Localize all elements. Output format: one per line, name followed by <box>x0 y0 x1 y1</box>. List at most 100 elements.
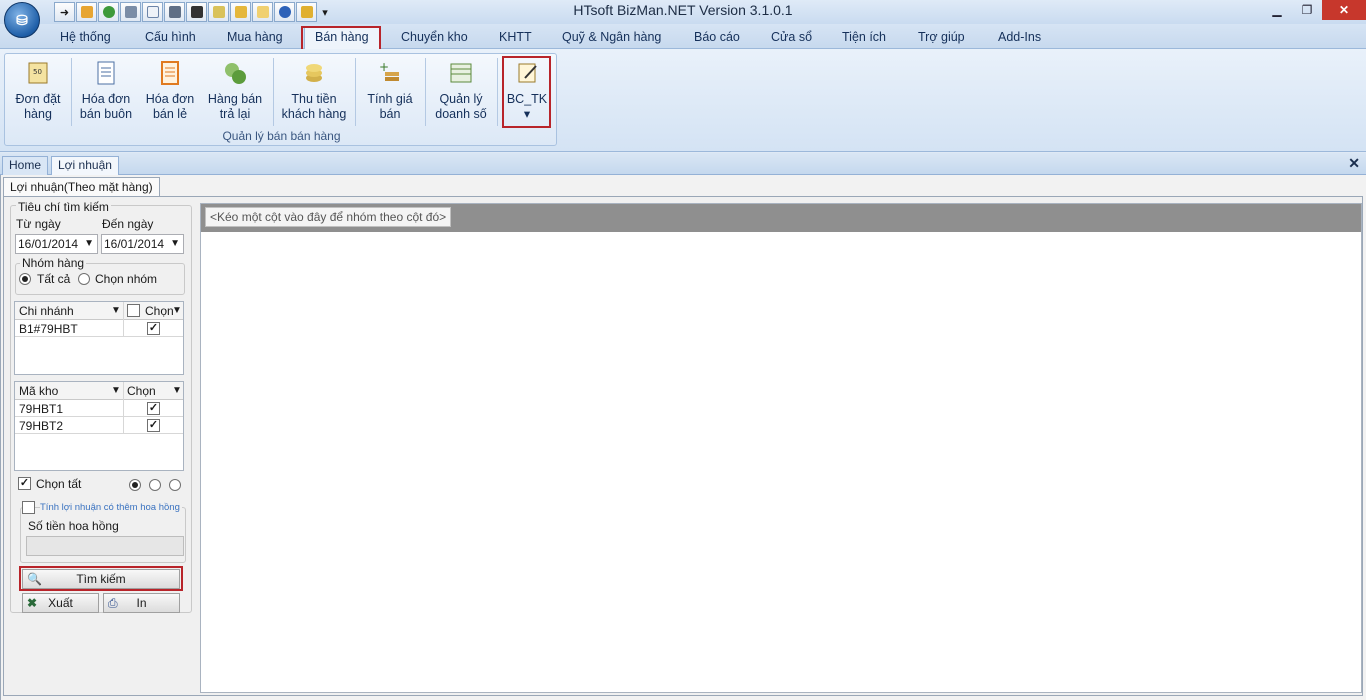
to-date-picker[interactable]: 16/01/2014 ▼ <box>101 234 184 254</box>
sub-tab-profit-by-item[interactable]: Lợi nhuận(Theo mặt hàng) <box>3 177 160 197</box>
group-by-panel[interactable]: <Kéo một cột vào đây để nhóm theo cột đó… <box>201 204 1361 232</box>
qat-mail-icon[interactable] <box>252 2 273 22</box>
qat-document-icon[interactable] <box>142 2 163 22</box>
close-tab-icon[interactable]: ✕ <box>1348 155 1360 172</box>
menu-tab-tien-ich[interactable]: Tiện ích <box>842 28 886 48</box>
warehouse-row-checkbox[interactable]: ✓ <box>147 419 160 432</box>
branch-grid: Chi nhánh ▼ Chọn ▼ B1#79HBT ✓ <box>14 301 184 375</box>
warehouse-row-checkbox[interactable]: ✓ <box>147 402 160 415</box>
return-icon <box>225 63 246 84</box>
menu-tab-tro-giup[interactable]: Trợ giúp <box>918 28 965 48</box>
sales-management-button[interactable]: Quản lý doanh số <box>429 56 493 128</box>
item-group-legend: Nhóm hàng <box>20 256 87 270</box>
qat-puzzle-icon[interactable] <box>296 2 317 22</box>
from-date-picker[interactable]: 16/01/2014 ▼ <box>15 234 98 254</box>
select-all-checkbox[interactable]: ✓ <box>18 477 31 490</box>
menu-tab-he-thong[interactable]: Hệ thống <box>60 28 111 48</box>
sales-mgmt-label-2: doanh số <box>435 107 487 121</box>
result-grid[interactable]: <Kéo một cột vào đây để nhóm theo cột đó… <box>200 203 1362 693</box>
chevron-down-icon: ▼ <box>84 238 94 249</box>
menu-tab-chuyen-kho[interactable]: Chuyển kho <box>401 28 468 48</box>
option-radio-3[interactable] <box>169 479 181 491</box>
menu-tab-cua-so[interactable]: Cửa sổ <box>771 28 812 48</box>
bc-tk-label: BC_TK <box>506 92 548 106</box>
select-all-label: Chọn tất <box>36 477 82 491</box>
price-calc-button[interactable]: + Tính giá bán <box>359 56 421 128</box>
commission-checkbox[interactable] <box>22 501 35 514</box>
report-edit-icon <box>518 63 537 83</box>
to-date-value: 16/01/2014 <box>104 237 165 251</box>
column-divider <box>123 382 124 434</box>
menu-tab-ban-hang[interactable]: Bán hàng <box>304 27 380 49</box>
quick-access-toolbar: ➜ ▾ <box>54 2 332 22</box>
customer-payment-button[interactable]: Thu tiền khách hàng <box>277 56 351 128</box>
wholesale-label-2: bán buôn <box>79 107 133 121</box>
filter-icon[interactable]: ▼ <box>111 385 121 396</box>
table-row[interactable]: 79HBT1 ✓ <box>15 400 183 417</box>
qat-dropdown-icon[interactable]: ▾ <box>318 2 332 22</box>
filter-icon[interactable]: ▼ <box>111 305 121 316</box>
filter-icon[interactable]: ▼ <box>172 385 182 396</box>
print-button[interactable]: ⎙ In <box>103 593 180 613</box>
svg-text:+: + <box>379 60 389 74</box>
qat-globe-icon[interactable] <box>98 2 119 22</box>
app-menu-button[interactable]: ⛁ <box>4 2 40 38</box>
option-radio-1[interactable] <box>129 479 141 491</box>
qat-arrow-icon[interactable]: ➜ <box>54 2 75 22</box>
order-icon: 50 <box>28 62 48 84</box>
qat-print-icon[interactable] <box>164 2 185 22</box>
menu-tab-cau-hinh[interactable]: Cấu hình <box>145 28 196 48</box>
branch-row-checkbox[interactable]: ✓ <box>147 322 160 335</box>
branch-name: B1#79HBT <box>19 322 78 336</box>
filter-icon[interactable]: ▼ <box>172 305 182 316</box>
excel-icon: ✖ <box>27 596 38 610</box>
retail-invoice-button[interactable]: Hóa đơn bán lẻ <box>141 56 199 128</box>
bc-tk-button[interactable]: BC_TK ▾ <box>501 56 553 128</box>
doc-tab-home[interactable]: Home <box>2 156 49 175</box>
doc-tab-profit[interactable]: Lợi nhuận <box>51 156 119 175</box>
search-button[interactable]: 🔍 Tìm kiếm <box>22 569 180 589</box>
svg-text:50: 50 <box>33 68 42 76</box>
qat-tools-icon[interactable] <box>120 2 141 22</box>
export-button[interactable]: ✖ Xuất <box>22 593 99 613</box>
branch-select-all-checkbox[interactable] <box>127 304 140 317</box>
sales-mgmt-label-1: Quản lý <box>439 92 483 106</box>
radio-select-group[interactable] <box>78 273 90 285</box>
retail-invoice-icon <box>161 61 179 85</box>
coins-icon <box>306 64 322 82</box>
qat-calculator-icon[interactable] <box>186 2 207 22</box>
table-row[interactable]: B1#79HBT ✓ <box>15 320 183 337</box>
search-panel: Tiêu chí tìm kiếm Từ ngày Đến ngày 16/01… <box>4 197 198 695</box>
sales-return-button[interactable]: Hàng bán trả lại <box>203 56 267 128</box>
restore-button[interactable]: ❐ <box>1292 0 1322 20</box>
chevron-down-icon: ▾ <box>523 107 531 121</box>
radio-select-group-label: Chọn nhóm <box>95 272 158 286</box>
qat-people-icon[interactable] <box>76 2 97 22</box>
minimize-button[interactable]: ▁ <box>1262 0 1292 20</box>
menu-tab-bao-cao[interactable]: Báo cáo <box>694 28 740 48</box>
qat-edit-icon[interactable] <box>208 2 229 22</box>
menu-tab-quy-ngan-hang[interactable]: Quỹ & Ngân hàng <box>562 28 661 48</box>
price-calc-label-2: bán <box>379 107 401 121</box>
qat-help-icon[interactable] <box>274 2 295 22</box>
radio-all[interactable] <box>19 273 31 285</box>
print-button-label: In <box>136 596 147 610</box>
magnifier-icon: 🔍 <box>27 572 42 586</box>
warehouse-code: 79HBT2 <box>19 419 64 433</box>
close-window-button[interactable]: ✕ <box>1322 0 1366 20</box>
menu-tab-khtt[interactable]: KHTT <box>499 28 532 48</box>
menu-tab-mua-hang[interactable]: Mua hàng <box>227 28 283 48</box>
ribbon-separator <box>71 58 72 126</box>
option-radio-2[interactable] <box>149 479 161 491</box>
table-row[interactable]: 79HBT2 ✓ <box>15 417 183 434</box>
wholesale-label-1: Hóa đơn <box>81 92 131 106</box>
commission-amount-input[interactable] <box>26 536 184 556</box>
branch-select-col-header: Chọn <box>145 304 174 318</box>
qat-folders-icon[interactable] <box>230 2 251 22</box>
price-calc-label-1: Tính giá <box>367 92 413 106</box>
warehouse-select-col-header: Chọn <box>127 384 156 398</box>
menu-bar: Hệ thống Cấu hình Mua hàng Bán hàng Chuy… <box>0 24 1366 49</box>
menu-tab-add-ins[interactable]: Add-Ins <box>998 28 1041 48</box>
wholesale-invoice-button[interactable]: Hóa đơn bán buôn <box>75 56 137 128</box>
order-button[interactable]: 50 Đơn đặt hàng <box>9 56 67 128</box>
